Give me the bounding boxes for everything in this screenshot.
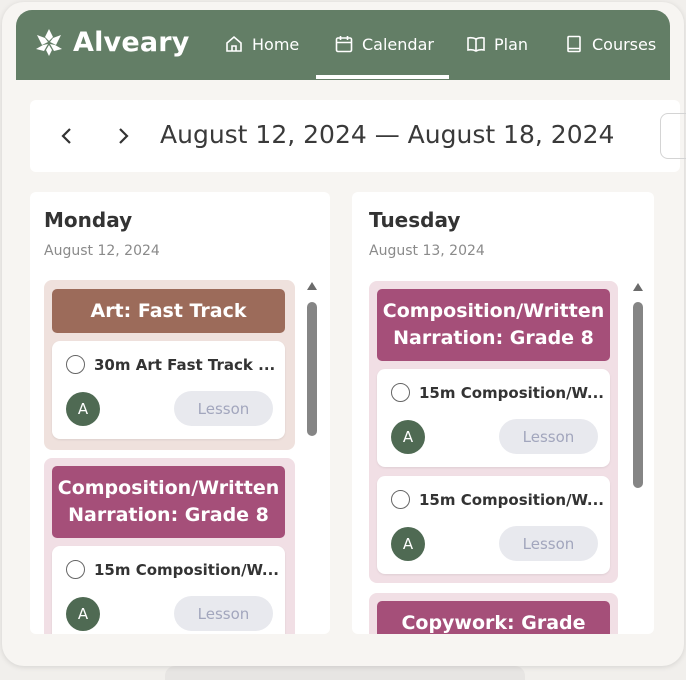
view-selector[interactable] xyxy=(660,113,686,159)
book-open-icon xyxy=(467,36,485,52)
nav-label: Home xyxy=(252,34,300,54)
course-title[interactable]: Composition/Written Narration: Grade 8 xyxy=(377,289,610,361)
lesson-badge: Lesson xyxy=(174,596,273,631)
avatar: A xyxy=(391,527,425,561)
avatar: A xyxy=(66,392,100,426)
task-row: 15m Composition/W... xyxy=(391,383,604,402)
course-group: Composition/Written Narration: Grade 8 1… xyxy=(44,458,295,634)
scrollbar-thumb[interactable] xyxy=(633,302,643,488)
task-card[interactable]: 30m Art Fast Track ... A Lesson xyxy=(52,341,285,439)
avatar: A xyxy=(66,597,100,631)
nav-courses[interactable]: Courses xyxy=(564,30,656,58)
course-group: Copywork: Grade xyxy=(369,593,618,634)
course-title[interactable]: Art: Fast Track xyxy=(52,289,285,333)
top-nav-bar: Alveary Home Calendar Plan Courses xyxy=(16,10,670,80)
nav-plan[interactable]: Plan xyxy=(466,30,528,58)
task-row: 15m Composition/W... xyxy=(391,490,604,509)
task-checkbox[interactable] xyxy=(66,560,85,579)
task-checkbox[interactable] xyxy=(66,355,85,374)
scrollbar-thumb[interactable] xyxy=(307,302,317,436)
background-panel xyxy=(165,666,525,680)
day-column-tuesday: Tuesday August 13, 2024 Composition/Writ… xyxy=(352,192,654,634)
day-name: Monday xyxy=(44,208,133,232)
nav-calendar[interactable]: Calendar xyxy=(334,30,434,58)
task-text: 15m Composition/W... xyxy=(419,383,604,402)
day-column-monday: Monday August 12, 2024 Art: Fast Track 3… xyxy=(30,192,330,634)
next-week-button[interactable] xyxy=(110,122,136,150)
logo-text: Alveary xyxy=(73,26,190,58)
course-title[interactable]: Copywork: Grade xyxy=(377,601,610,634)
chevron-right-icon xyxy=(119,128,129,144)
task-row: 15m Composition/W... xyxy=(66,560,279,579)
task-card[interactable]: 15m Composition/W... A Lesson xyxy=(377,369,610,467)
nav-label: Plan xyxy=(494,34,529,54)
bee-logo-icon xyxy=(36,29,62,56)
task-card[interactable]: 15m Composition/W... A Lesson xyxy=(52,546,285,634)
chevron-left-icon xyxy=(61,128,71,144)
previous-week-button[interactable] xyxy=(54,122,80,150)
active-tab-indicator xyxy=(316,75,449,79)
calendar-icon xyxy=(335,36,353,53)
task-card[interactable]: 15m Composition/W... A Lesson xyxy=(377,476,610,574)
scrollbar[interactable] xyxy=(631,283,645,488)
date-range-label: August 12, 2024 — August 18, 2024 xyxy=(160,120,615,149)
lesson-badge: Lesson xyxy=(499,419,598,454)
task-row: 30m Art Fast Track ... xyxy=(66,355,275,374)
task-text: 15m Composition/W... xyxy=(94,560,279,579)
nav-label: Courses xyxy=(592,34,657,54)
nav-label: Calendar xyxy=(362,34,434,54)
course-group: Art: Fast Track 30m Art Fast Track ... A… xyxy=(44,280,295,450)
task-text: 15m Composition/W... xyxy=(419,490,604,509)
book-icon xyxy=(567,35,581,53)
nav-home[interactable]: Home xyxy=(224,30,299,58)
course-title[interactable]: Composition/Written Narration: Grade 8 xyxy=(52,466,285,538)
scroll-up-arrow-icon[interactable] xyxy=(633,283,643,291)
lesson-badge: Lesson xyxy=(174,391,273,426)
day-date: August 12, 2024 xyxy=(44,243,160,259)
home-icon xyxy=(226,35,242,52)
logo[interactable]: Alveary xyxy=(34,26,190,58)
task-checkbox[interactable] xyxy=(391,490,410,509)
day-date: August 13, 2024 xyxy=(369,243,485,259)
course-group: Composition/Written Narration: Grade 8 1… xyxy=(369,281,618,583)
task-checkbox[interactable] xyxy=(391,383,410,402)
scrollbar[interactable] xyxy=(305,282,319,442)
lesson-badge: Lesson xyxy=(499,526,598,561)
date-range-bar: August 12, 2024 — August 18, 2024 xyxy=(30,100,686,172)
avatar: A xyxy=(391,420,425,454)
scroll-up-arrow-icon[interactable] xyxy=(307,282,317,290)
task-text: 30m Art Fast Track ... xyxy=(94,355,276,374)
day-name: Tuesday xyxy=(369,208,461,232)
